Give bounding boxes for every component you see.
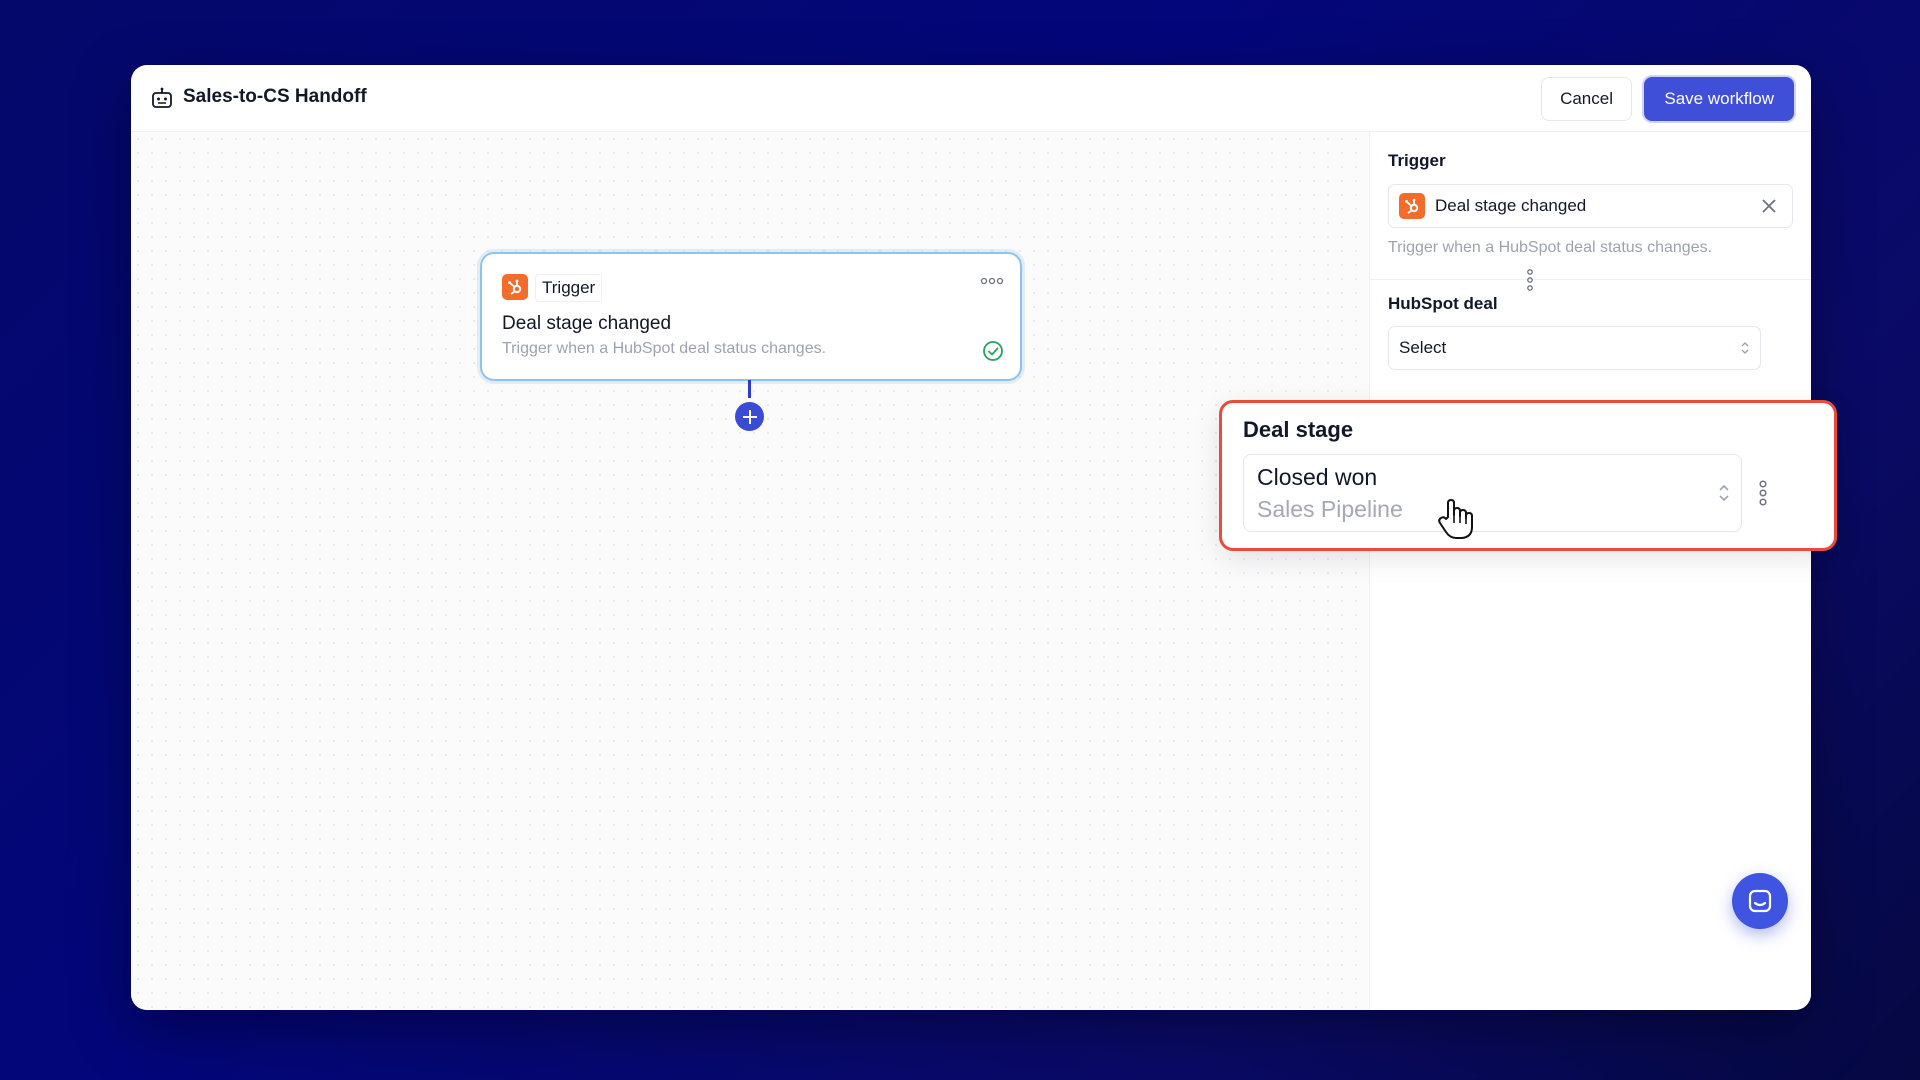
robot-icon [152, 87, 172, 108]
header: Sales-to-CS Handoff Cancel Save workflow [131, 65, 1811, 132]
hubspot-icon [502, 274, 528, 300]
hubspot-deal-label: HubSpot deal [1388, 294, 1498, 313]
deal-stage-label: Deal stage [1243, 417, 1354, 442]
trigger-label: Trigger [1388, 151, 1446, 170]
workflow-canvas[interactable]: Trigger Deal stage changed Trigger when … [131, 132, 1369, 1010]
save-workflow-button[interactable]: Save workflow [1644, 77, 1794, 121]
deal-stage-value: Closed won [1257, 464, 1378, 490]
check-circle-icon [983, 341, 1003, 361]
deal-stage-select[interactable]: Closed won Sales Pipeline [1243, 454, 1742, 532]
chat-icon [1748, 889, 1772, 913]
trigger-value: Deal stage changed [1435, 196, 1587, 215]
deal-options-icon[interactable] [1526, 265, 1534, 295]
panel-divider [1370, 279, 1811, 280]
plus-icon [742, 409, 757, 424]
node-description: Trigger when a HubSpot deal status chang… [502, 340, 827, 357]
hubspot-icon [1399, 193, 1425, 219]
node-connector [748, 380, 751, 398]
add-step-button[interactable] [735, 402, 764, 431]
workflow-title: Sales-to-CS Handoff [183, 86, 367, 107]
deal-stage-highlight: Deal stage Closed won Sales Pipeline [1219, 400, 1837, 551]
chevron-updown-icon [1719, 484, 1729, 502]
more-options-icon[interactable] [980, 276, 1004, 286]
node-title: Deal stage changed [502, 313, 672, 334]
trigger-field[interactable]: Deal stage changed [1388, 184, 1793, 228]
cancel-button[interactable]: Cancel [1541, 77, 1632, 121]
node-type-tag: Trigger [535, 274, 603, 302]
trigger-help-text: Trigger when a HubSpot deal status chang… [1388, 239, 1713, 256]
hubspot-deal-value: Select [1399, 338, 1447, 357]
deal-stage-options-icon[interactable] [1758, 477, 1768, 509]
close-icon[interactable] [1760, 197, 1778, 215]
chat-button[interactable] [1732, 873, 1788, 929]
trigger-node[interactable]: Trigger Deal stage changed Trigger when … [480, 252, 1022, 381]
chevron-updown-icon [1741, 342, 1749, 354]
deal-stage-pipeline: Sales Pipeline [1257, 496, 1403, 522]
hubspot-deal-select[interactable]: Select [1388, 326, 1761, 370]
hand-cursor-icon [1438, 499, 1473, 539]
